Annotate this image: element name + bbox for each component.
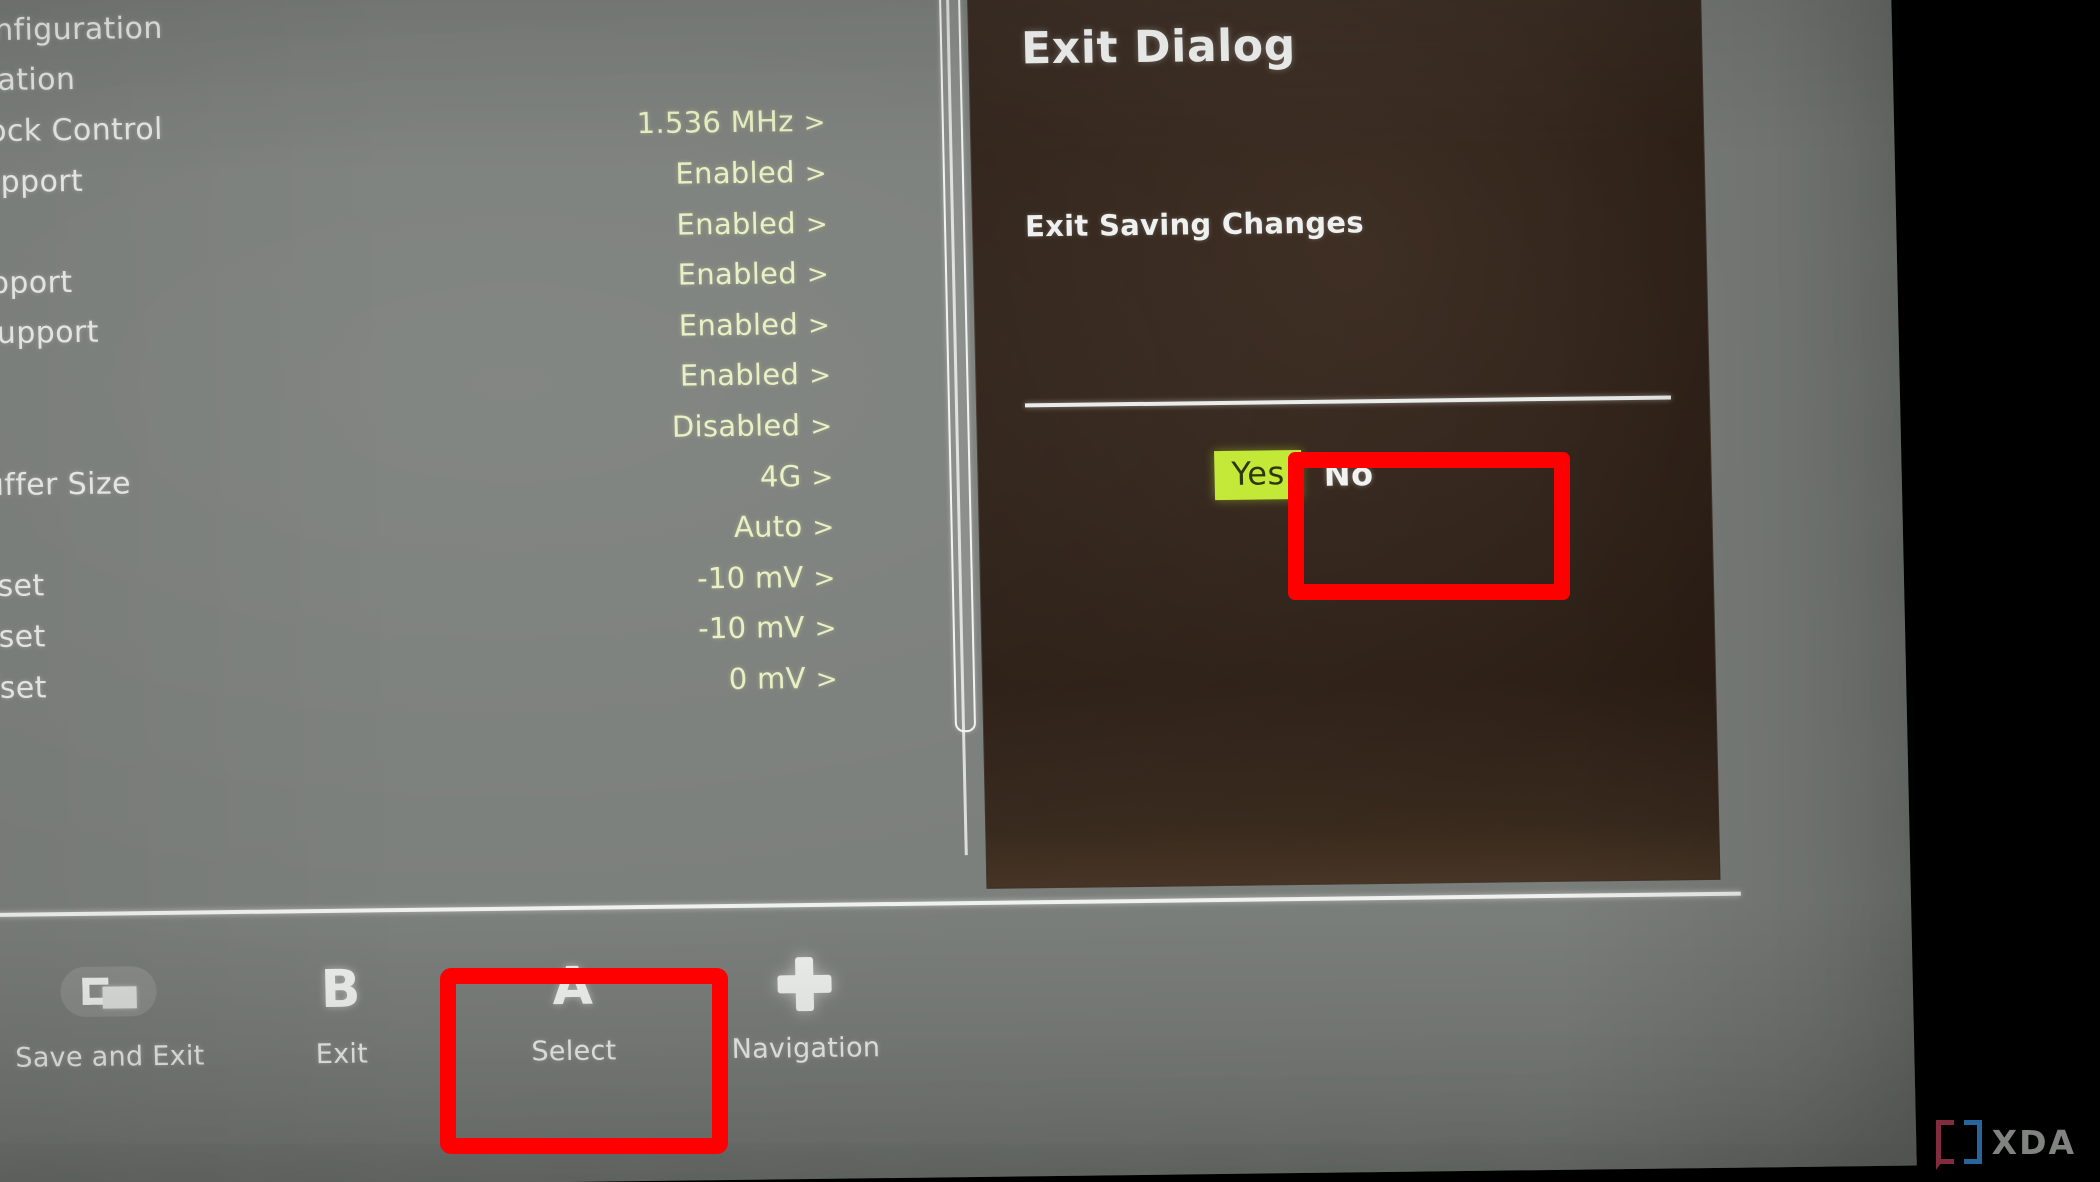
xda-right-bracket-icon: [1963, 1120, 1982, 1164]
dialog-separator: [1024, 395, 1672, 408]
setting-label: Amp Support: [0, 264, 73, 302]
bios-screen: neral Configuration Configuration DMIC C…: [0, 0, 1917, 1182]
chevron-right-icon: >: [804, 158, 828, 190]
setting-value: -10 mV >: [697, 610, 838, 646]
screenshot-root: neral Configuration Configuration DMIC C…: [0, 0, 2100, 1182]
setting-label: rame buffer Size: [0, 466, 132, 504]
setting-label: Configuration: [0, 62, 76, 100]
exit-dialog-title: Exit Dialog: [1020, 20, 1297, 75]
chevron-right-icon: >: [806, 260, 830, 291]
toolbar-label: Navigation: [731, 1032, 881, 1065]
bottom-toolbar: Save and Exit B Exit A Select Navigation: [0, 921, 1495, 1129]
setting-label: tage offset: [0, 619, 47, 656]
no-button[interactable]: No: [1323, 455, 1374, 494]
setting-value: Enabled >: [676, 205, 829, 242]
chevron-right-icon: >: [815, 664, 839, 695]
chevron-right-icon: >: [814, 614, 838, 645]
chevron-right-icon: [824, 58, 825, 88]
setting-label: tage offset: [0, 568, 45, 606]
toolbar-separator: [0, 891, 1741, 919]
chevron-right-icon: >: [809, 411, 833, 443]
toolbar-label: Select: [531, 1035, 617, 1068]
chevron-right-icon: >: [808, 361, 832, 392]
chevron-right-icon: >: [805, 209, 829, 240]
chevron-right-icon: >: [813, 563, 837, 594]
chevron-right-icon: >: [803, 108, 827, 139]
setting-value: 1.536 MHz >: [636, 104, 827, 141]
setting-label: Panel Support: [0, 163, 84, 201]
b-button-glyph: B: [320, 953, 361, 1027]
toolbar-item-navigation[interactable]: Navigation: [687, 928, 922, 1066]
setting-label: neral Configuration: [0, 10, 164, 50]
setting-label: DMIC Clock Control: [0, 111, 164, 151]
button-b-icon: B: [320, 959, 362, 1021]
setting-value: Disabled >: [671, 408, 833, 444]
toolbar-label: Exit: [315, 1038, 369, 1071]
dpad-plus-icon: [777, 957, 832, 1012]
setting-value: Auto >: [733, 509, 835, 545]
setting-value: Enabled >: [679, 357, 832, 394]
toolbar-item-exit[interactable]: B Exit: [223, 933, 458, 1071]
exit-saving-changes-label: Exit Saving Changes: [1024, 205, 1365, 244]
setting-value: Enabled >: [678, 307, 831, 343]
xda-left-bracket-icon: [1935, 1120, 1954, 1170]
save-exit-icon: [60, 966, 158, 1019]
setting-label: Codec Support: [0, 315, 100, 353]
setting-row[interactable]: tage offset 0 mV>: [0, 651, 966, 714]
setting-value: [813, 3, 824, 37]
chevron-right-icon: >: [807, 310, 831, 341]
a-button-glyph: A: [552, 950, 594, 1024]
setting-value: 4G >: [759, 458, 834, 494]
button-a-icon: A: [551, 956, 594, 1018]
setting-label: tage offset: [0, 669, 48, 707]
toolbar-item-select[interactable]: A Select: [455, 931, 690, 1069]
yes-button[interactable]: Yes: [1214, 450, 1303, 501]
settings-list: neral Configuration Configuration DMIC C…: [0, 0, 966, 714]
setting-value: 0 mV >: [728, 661, 839, 697]
exit-dialog-panel: Exit Dialog Exit Saving Changes Yes No: [966, 0, 1721, 889]
dpad-glyph: [777, 947, 833, 1022]
chevron-right-icon: >: [812, 512, 835, 544]
chevron-right-icon: >: [811, 462, 834, 493]
chevron-right-icon: [823, 7, 824, 37]
xda-wordmark: XDA: [1991, 1122, 2076, 1162]
toolbar-label: Save and Exit: [15, 1040, 205, 1074]
setting-value: Enabled >: [675, 155, 828, 191]
setting-value: Enabled >: [677, 256, 830, 292]
card-icon: [102, 986, 137, 1009]
dialog-button-group: Yes No: [1214, 449, 1374, 501]
save-and-exit-glyph: [60, 955, 158, 1030]
setting-value: -10 mV >: [696, 559, 837, 596]
setting-value: [814, 54, 825, 88]
toolbar-item-save-and-exit[interactable]: Save and Exit: [0, 936, 226, 1074]
xda-watermark: XDA: [1935, 1120, 2076, 1170]
